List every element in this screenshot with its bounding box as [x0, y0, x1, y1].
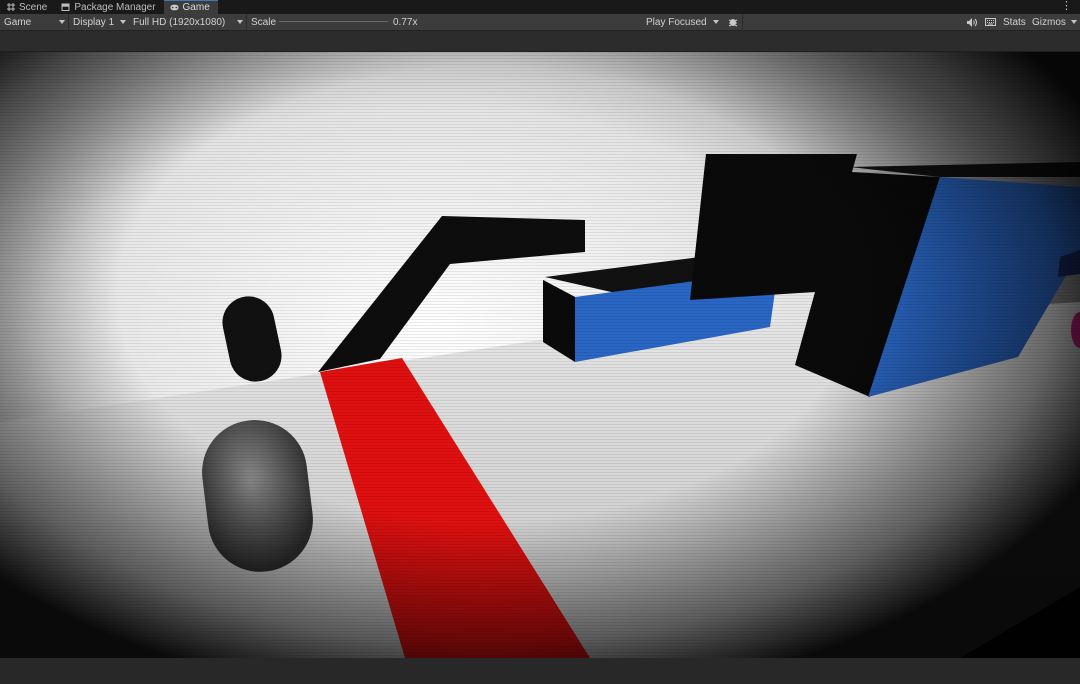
- toolbar-divider: [246, 14, 247, 30]
- scale-slider[interactable]: [279, 21, 388, 22]
- resolution-value: Full HD (1920x1080): [133, 16, 226, 28]
- scale-value: 0.77x: [393, 16, 418, 28]
- stats-button[interactable]: Stats: [1003, 15, 1026, 29]
- more-options-icon[interactable]: ⋮: [1061, 1, 1072, 12]
- gizmos-label: Gizmos: [1032, 16, 1066, 28]
- grid-icon: [6, 3, 15, 12]
- view-mode-value: Game: [4, 16, 32, 28]
- toolbar-divider: [742, 14, 743, 30]
- play-mode-value: Play Focused: [646, 16, 707, 28]
- speaker-icon: [967, 17, 977, 27]
- keyboard-shortcuts-button[interactable]: [983, 15, 997, 29]
- chevron-down-icon: [1071, 20, 1077, 24]
- tab-package-manager[interactable]: Package Manager: [55, 0, 163, 14]
- display-value: Display 1: [73, 16, 115, 28]
- scale-label: Scale: [251, 16, 277, 28]
- chevron-down-icon: [713, 20, 719, 24]
- gizmos-dropdown[interactable]: Gizmos: [1028, 15, 1080, 29]
- window-tab-bar: Scene Package Manager Game ⋮: [0, 0, 1080, 14]
- display-dropdown[interactable]: Display 1: [69, 15, 129, 29]
- game-view-bottom-margin: [0, 658, 1080, 684]
- chevron-down-icon: [120, 20, 126, 24]
- bug-button[interactable]: [726, 15, 740, 29]
- tab-scene[interactable]: Scene: [0, 0, 55, 14]
- game-view-top-margin: [0, 31, 1080, 52]
- tab-label: Package Manager: [74, 1, 156, 13]
- chevron-down-icon: [237, 20, 243, 24]
- game-scene-render: [0, 52, 1080, 658]
- tab-label: Game: [182, 2, 210, 13]
- play-mode-dropdown[interactable]: Play Focused: [642, 15, 722, 29]
- audio-mute-button[interactable]: [965, 15, 979, 29]
- gamepad-icon: [169, 3, 179, 12]
- tab-label: Scene: [19, 1, 48, 13]
- game-toolbar: Game Display 1 Full HD (1920x1080) Scale…: [0, 14, 1080, 31]
- game-viewport[interactable]: [0, 52, 1080, 658]
- keyboard-icon: [984, 18, 996, 26]
- package-icon: [61, 3, 70, 12]
- tab-game[interactable]: Game: [163, 0, 218, 14]
- resolution-dropdown[interactable]: Full HD (1920x1080): [129, 15, 246, 29]
- chevron-down-icon: [59, 20, 65, 24]
- view-mode-dropdown[interactable]: Game: [0, 15, 68, 29]
- bug-icon: [728, 19, 738, 27]
